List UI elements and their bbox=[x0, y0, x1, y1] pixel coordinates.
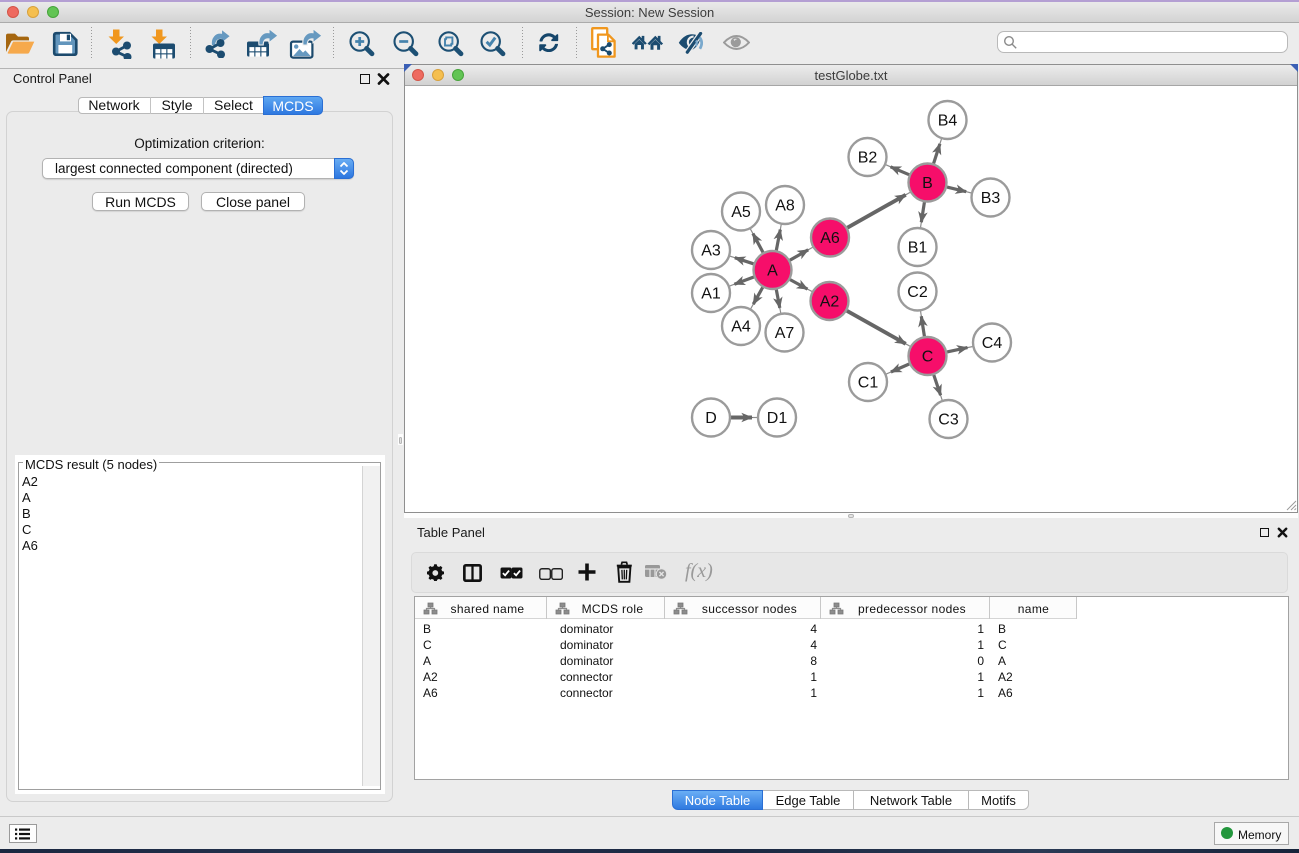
svg-text:A8: A8 bbox=[775, 198, 795, 215]
svg-text:A4: A4 bbox=[731, 319, 751, 336]
svg-text:C3: C3 bbox=[938, 412, 959, 429]
svg-text:C: C bbox=[922, 349, 934, 366]
svg-text:C4: C4 bbox=[982, 335, 1003, 352]
svg-text:B2: B2 bbox=[858, 150, 878, 167]
svg-text:B1: B1 bbox=[908, 240, 928, 257]
svg-text:A3: A3 bbox=[701, 243, 721, 260]
svg-text:A6: A6 bbox=[820, 230, 840, 247]
svg-text:B4: B4 bbox=[938, 113, 958, 130]
svg-text:B3: B3 bbox=[981, 190, 1001, 207]
svg-text:D1: D1 bbox=[767, 410, 788, 427]
svg-text:C1: C1 bbox=[858, 375, 879, 392]
svg-text:D: D bbox=[705, 410, 717, 427]
svg-text:A1: A1 bbox=[701, 286, 721, 303]
svg-text:A5: A5 bbox=[731, 204, 751, 221]
svg-text:A7: A7 bbox=[775, 325, 795, 342]
svg-text:A2: A2 bbox=[820, 294, 840, 311]
svg-text:A: A bbox=[767, 263, 778, 280]
svg-text:C2: C2 bbox=[907, 284, 928, 301]
svg-text:B: B bbox=[922, 175, 933, 192]
